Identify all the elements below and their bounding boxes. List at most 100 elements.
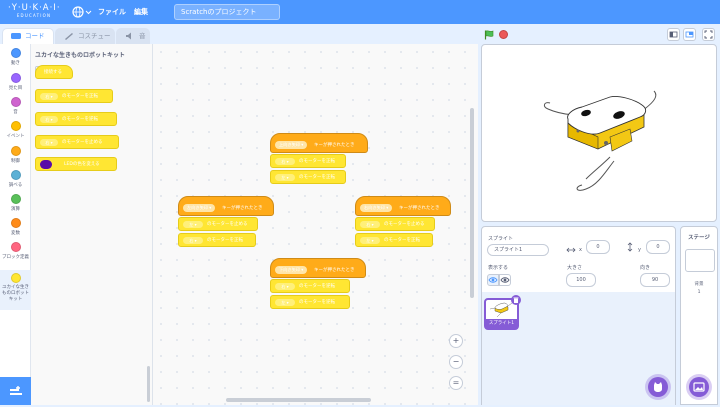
motor-dropdown[interactable]: 右 ▾ <box>275 158 295 165</box>
eye-closed-icon <box>500 277 510 283</box>
motor-block[interactable]: 左 ▾ のモーターを正転 <box>355 233 433 247</box>
motor-dropdown[interactable]: 右 ▾ <box>40 139 58 146</box>
palette-block-motor-reverse[interactable]: 右 ▾ のモーターを逆転 <box>35 112 117 126</box>
choose-sprite-button[interactable] <box>648 377 668 397</box>
direction-input[interactable]: 90 <box>640 273 670 287</box>
motor-dropdown[interactable]: 右 ▾ <box>183 237 203 244</box>
size-input[interactable]: 100 <box>566 273 596 287</box>
motor-dropdown[interactable]: 左 ▾ <box>275 299 295 306</box>
x-position-input[interactable]: 0 <box>586 240 610 254</box>
category-sound[interactable]: 音 <box>0 97 31 115</box>
green-flag-icon[interactable] <box>484 30 494 40</box>
logo-subtext: EDUCATION <box>16 13 52 18</box>
motor-dropdown[interactable]: 左 ▾ <box>360 237 380 244</box>
motor-dropdown[interactable]: 右 ▾ <box>40 93 58 100</box>
delete-sprite-icon[interactable] <box>511 295 521 305</box>
large-stage-icon <box>685 31 694 38</box>
stage-thumbnail[interactable] <box>685 249 715 272</box>
small-stage-button[interactable] <box>667 28 680 41</box>
zoom-in-button[interactable]: + <box>449 334 463 348</box>
category-yukai-robot-kit[interactable]: ユカイな生きものロボットキット <box>0 270 31 310</box>
motor-block[interactable]: 左 ▾ のモーターを逆転 <box>270 295 350 309</box>
large-stage-button[interactable] <box>683 28 696 41</box>
category-my-blocks[interactable]: ブロック定義 <box>0 242 31 260</box>
motor-dropdown[interactable]: 左 ▾ <box>183 221 203 228</box>
stage-canvas[interactable] <box>481 44 717 222</box>
palette-block-motor-forward[interactable]: 右 ▾ のモーターを正転 <box>35 89 113 103</box>
x-label: x <box>579 247 582 253</box>
file-menu[interactable]: ファイル <box>98 7 126 17</box>
script-left-arrow[interactable]: 左向き矢印 ▾ キーが押されたとき 左 ▾ のモーターを止める 右 ▾ のモータ… <box>178 196 278 251</box>
project-title-input[interactable]: Scratchのプロジェクト <box>174 4 280 20</box>
category-color-dot <box>10 194 21 204</box>
category-looks[interactable]: 見た目 <box>0 73 31 91</box>
palette-block-motor-stop[interactable]: 右 ▾ のモーターを止める <box>35 135 119 149</box>
zoom-reset-button[interactable]: = <box>449 376 463 390</box>
category-label: イベント <box>6 134 25 139</box>
led-color-swatch[interactable] <box>40 160 52 169</box>
category-label: 調べる <box>8 183 23 188</box>
tab-code[interactable]: コード <box>2 28 54 44</box>
code-icon <box>11 33 21 39</box>
motor-block[interactable]: 右 ▾ のモーターを正転 <box>178 233 256 247</box>
palette-block-led-color[interactable]: LEDの色を変える <box>35 157 117 171</box>
motor-block[interactable]: 左 ▾ のモーターを正転 <box>270 170 346 184</box>
block-text: のモーターを正転 <box>62 94 98 99</box>
script-down-arrow[interactable]: 下向き矢印 ▾ キーが押されたとき 右 ▾ のモーターを逆転 左 ▾ のモーター… <box>270 258 370 313</box>
workspace-vertical-scrollbar[interactable] <box>470 108 474 298</box>
key-pressed-hat-block[interactable]: 下向き矢印 ▾ キーが押されたとき <box>270 258 366 278</box>
palette-scrollbar[interactable] <box>147 366 150 402</box>
script-right-arrow[interactable]: 右向き矢印 ▾ キーが押されたとき 右 ▾ のモーターを止める 左 ▾ のモータ… <box>355 196 455 251</box>
hat-text: キーが押されたとき <box>314 143 355 148</box>
motor-block[interactable]: 右 ▾ のモーターを逆転 <box>270 279 350 293</box>
tab-costumes[interactable]: コスチューム <box>55 28 115 54</box>
motor-block[interactable]: 右 ▾ のモーターを正転 <box>270 154 346 168</box>
motor-dropdown[interactable]: 左 ▾ <box>275 174 295 181</box>
stop-icon[interactable] <box>499 30 508 39</box>
y-label: y <box>638 247 641 253</box>
motor-dropdown[interactable]: 右 ▾ <box>275 283 295 290</box>
key-pressed-hat-block[interactable]: 上向き矢印 ▾ キーが押されたとき <box>270 133 368 153</box>
script-up-arrow[interactable]: 上向き矢印 ▾ キーが押されたとき 右 ▾ のモーターを正転 左 ▾ のモーター… <box>270 133 370 188</box>
yukai-logo[interactable]: ·Y·U·K·A·I· EDUCATION <box>8 3 60 21</box>
category-sensing[interactable]: 調べる <box>0 170 31 188</box>
sprite-section-label: スプライト <box>488 236 514 242</box>
y-position-input[interactable]: 0 <box>646 240 670 254</box>
category-motion[interactable]: 動き <box>0 48 31 66</box>
category-variables[interactable]: 変数 <box>0 218 31 236</box>
sprite-name-input[interactable]: スプライト1 <box>487 244 549 256</box>
fullscreen-button[interactable] <box>702 28 715 41</box>
language-globe-icon[interactable] <box>72 5 92 19</box>
eye-icon <box>488 277 498 283</box>
tab-sounds[interactable]: 音 <box>116 28 150 44</box>
category-label: 制御 <box>11 159 20 164</box>
block-text: LEDの色を変える <box>64 162 100 167</box>
zoom-out-button[interactable]: − <box>449 355 463 369</box>
key-pressed-hat-block[interactable]: 左向き矢印 ▾ キーが押されたとき <box>178 196 274 216</box>
motor-block[interactable]: 左 ▾ のモーターを止める <box>178 217 258 231</box>
costume-brush-icon <box>65 33 73 40</box>
direction-label: 向き <box>640 265 651 271</box>
edit-menu[interactable]: 編集 <box>134 7 148 17</box>
hide-sprite-button[interactable] <box>499 274 511 286</box>
motor-dropdown[interactable]: 右 ▾ <box>40 116 58 123</box>
category-control[interactable]: 制御 <box>0 146 31 164</box>
key-dropdown[interactable]: 左向き矢印 ▾ <box>183 204 216 212</box>
category-events[interactable]: イベント <box>0 121 31 139</box>
choose-backdrop-button[interactable] <box>689 377 709 397</box>
palette-block-connect[interactable]: 接続する <box>35 65 73 79</box>
add-extension-button[interactable] <box>0 377 31 405</box>
sprite-thumbnail-label: スプライト1 <box>486 319 517 328</box>
workspace-horizontal-scrollbar[interactable] <box>226 398 371 402</box>
key-dropdown[interactable]: 下向き矢印 ▾ <box>275 266 308 274</box>
key-dropdown[interactable]: 右向き矢印 ▾ <box>360 204 393 212</box>
category-operators[interactable]: 演算 <box>0 194 31 212</box>
motor-block[interactable]: 右 ▾ のモーターを止める <box>355 217 435 231</box>
key-dropdown[interactable]: 上向き矢印 ▾ <box>275 141 308 149</box>
category-menu: 動き 見た目 音 イベント 制御 調べる 演算 変数 ブロック定義 ユカイな生き… <box>0 44 31 405</box>
x-arrows-icon <box>566 247 576 253</box>
motor-dropdown[interactable]: 右 ▾ <box>360 221 380 228</box>
show-sprite-button[interactable] <box>487 274 499 286</box>
robot-sprite[interactable] <box>482 45 717 222</box>
key-pressed-hat-block[interactable]: 右向き矢印 ▾ キーが押されたとき <box>355 196 451 216</box>
